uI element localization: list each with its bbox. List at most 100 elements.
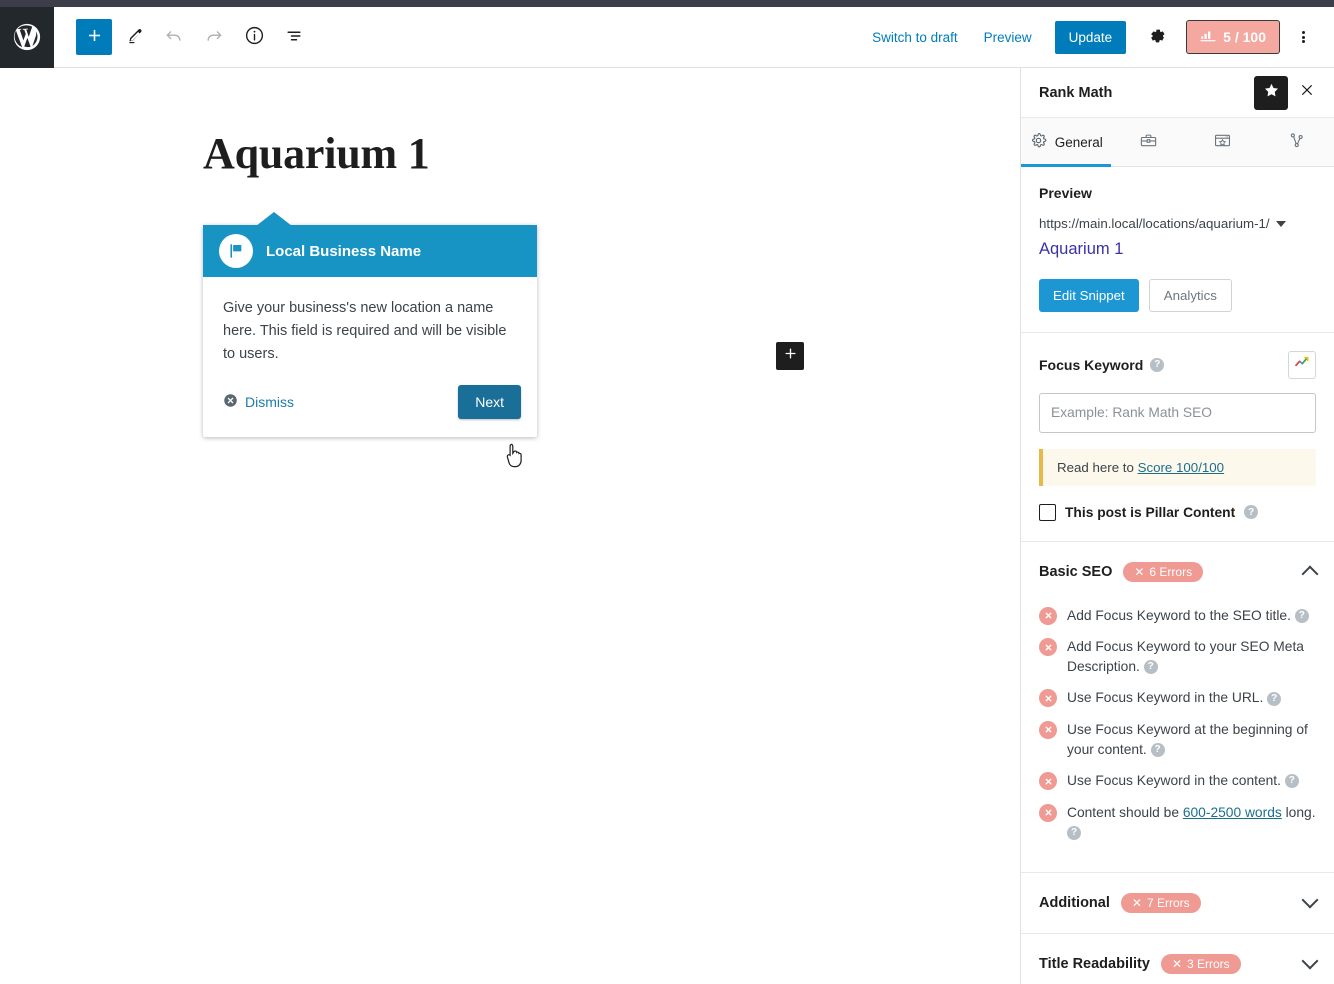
popover-arrow	[256, 212, 292, 226]
checklist-item-text: Use Focus Keyword in the URL.	[1067, 690, 1264, 706]
checklist-item: Use Focus Keyword in the URL. ?	[1039, 688, 1316, 708]
help-icon[interactable]: ?	[1150, 742, 1165, 757]
analytics-button[interactable]: Analytics	[1148, 278, 1232, 312]
rank-math-bar-icon	[1200, 29, 1216, 45]
favorite-button[interactable]	[1254, 75, 1288, 110]
editor-canvas: Aquarium 1 Local Business Name Give your…	[0, 68, 1020, 984]
checklist-item-text: Use Focus Keyword at the beginning of yo…	[1067, 721, 1308, 757]
preview-title[interactable]: Aquarium 1	[1039, 240, 1316, 259]
chevron-down-icon[interactable]	[1301, 952, 1319, 970]
tour-next-button[interactable]: Next	[458, 385, 521, 420]
update-button[interactable]: Update	[1054, 20, 1127, 54]
add-block-button[interactable]	[76, 19, 112, 55]
tour-title: Local Business Name	[266, 242, 422, 260]
wordpress-logo-button[interactable]	[0, 6, 54, 68]
undo-button[interactable]	[156, 19, 192, 55]
trends-chart-icon	[1294, 354, 1310, 375]
basic-seo-header[interactable]: Basic SEO ✕ 6 Errors	[1021, 542, 1334, 602]
switch-to-draft-button[interactable]: Switch to draft	[859, 22, 971, 53]
pencil-icon	[125, 26, 144, 48]
preview-url-row: https://main.local/locations/aquarium-1/	[1039, 215, 1316, 234]
focus-keyword-heading: Focus Keyword	[1039, 356, 1144, 373]
preview-url: https://main.local/locations/aquarium-1/	[1039, 216, 1270, 231]
more-options-button[interactable]	[1286, 20, 1320, 54]
chevron-down-icon[interactable]	[1301, 891, 1319, 909]
list-view-button[interactable]	[276, 19, 312, 55]
word-count-link[interactable]: 600-2500 words	[1183, 805, 1282, 820]
checklist-item-text: Use Focus Keyword in the content.	[1067, 773, 1281, 789]
seo-score-badge[interactable]: 5 / 100	[1186, 20, 1280, 54]
title-readability-header[interactable]: Title Readability ✕ 3 Errors	[1021, 934, 1334, 984]
basic-seo-error-badge: ✕ 6 Errors	[1123, 561, 1204, 582]
edit-tool-button[interactable]	[116, 19, 152, 55]
gear-icon	[1147, 26, 1167, 49]
admin-bar-strip	[0, 0, 1334, 7]
checklist-item: Add Focus Keyword to the SEO title. ?	[1039, 606, 1316, 626]
additional-header[interactable]: Additional ✕ 7 Errors	[1021, 873, 1334, 933]
x-icon: ✕	[1171, 956, 1182, 971]
sidebar-header: Rank Math	[1021, 68, 1334, 118]
flag-icon	[219, 234, 253, 268]
error-x-icon	[1039, 638, 1057, 657]
settings-button[interactable]	[1140, 20, 1174, 54]
close-circle-icon	[223, 393, 238, 411]
tour-header: Local Business Name	[203, 225, 537, 277]
checklist-item: Content should be 600-2500 words long. ?	[1039, 803, 1316, 842]
tab-advanced[interactable]	[1111, 118, 1185, 166]
tab-social[interactable]	[1260, 118, 1334, 166]
close-sidebar-button[interactable]	[1290, 76, 1324, 110]
tour-dismiss-button[interactable]: Dismiss	[223, 393, 294, 411]
post-title[interactable]: Aquarium 1	[203, 129, 430, 178]
tour-description: Give your business's new location a name…	[223, 300, 507, 362]
schema-browser-star-icon	[1213, 131, 1232, 153]
undo-icon	[164, 26, 184, 49]
focus-keyword-header: Focus Keyword ?	[1039, 350, 1316, 379]
tab-general-label: General	[1054, 134, 1103, 150]
additional-section: Additional ✕ 7 Errors	[1021, 873, 1334, 934]
edit-snippet-button[interactable]: Edit Snippet	[1039, 278, 1139, 312]
details-button[interactable]	[236, 19, 272, 55]
help-icon[interactable]: ?	[1150, 357, 1165, 372]
chevron-down-icon[interactable]	[1275, 221, 1286, 228]
tour-footer: Dismiss Next	[203, 365, 537, 437]
editor-header-actions: Switch to draft Preview Update 5 / 100	[859, 20, 1334, 54]
checklist-item: Add Focus Keyword to your SEO Meta Descr…	[1039, 637, 1316, 676]
seo-score-value: 5 / 100	[1223, 29, 1266, 45]
help-icon[interactable]: ?	[1267, 691, 1282, 706]
x-icon: ✕	[1134, 564, 1145, 579]
error-x-icon	[1039, 720, 1057, 739]
help-icon[interactable]: ?	[1143, 660, 1158, 675]
help-icon[interactable]: ?	[1244, 505, 1259, 520]
additional-error-badge: ✕ 7 Errors	[1120, 892, 1201, 913]
wordpress-logo-icon	[12, 22, 42, 52]
help-icon[interactable]: ?	[1067, 825, 1081, 840]
checklist-item: Use Focus Keyword in the content. ?	[1039, 771, 1316, 791]
preview-button[interactable]: Preview	[971, 22, 1045, 53]
score-notice-link[interactable]: Score 100/100	[1138, 460, 1225, 475]
tab-general[interactable]: General	[1021, 118, 1112, 167]
help-icon[interactable]: ?	[1294, 608, 1309, 623]
error-x-icon	[1039, 803, 1057, 822]
tab-schema[interactable]	[1186, 118, 1260, 166]
keyword-trends-button[interactable]	[1288, 350, 1316, 379]
focus-keyword-input[interactable]	[1039, 392, 1316, 433]
toolbox-icon	[1139, 131, 1158, 153]
basic-seo-error-count: 6 Errors	[1149, 564, 1193, 579]
help-icon[interactable]: ?	[1284, 774, 1299, 789]
checklist-item-text-after: long.	[1281, 804, 1316, 820]
pillar-content-checkbox[interactable]	[1039, 503, 1056, 521]
chevron-up-icon[interactable]	[1301, 565, 1319, 583]
pillar-content-label: This post is Pillar Content	[1065, 504, 1236, 520]
score-notice: Read here to Score 100/100	[1039, 448, 1316, 486]
additional-title: Additional	[1039, 894, 1110, 911]
error-x-icon	[1039, 606, 1057, 625]
title-readability-error-count: 3 Errors	[1187, 956, 1230, 971]
redo-button[interactable]	[196, 19, 232, 55]
preview-actions: Edit Snippet Analytics	[1039, 278, 1316, 312]
basic-seo-title: Basic SEO	[1039, 563, 1113, 580]
focus-keyword-section: Focus Keyword ? Read here to Score 100/1…	[1021, 333, 1334, 542]
checklist-item-text: Add Focus Keyword to the SEO title.	[1067, 607, 1291, 623]
block-inserter-button[interactable]	[776, 342, 804, 370]
tour-body: Give your business's new location a name…	[203, 277, 537, 365]
error-x-icon	[1039, 689, 1057, 708]
